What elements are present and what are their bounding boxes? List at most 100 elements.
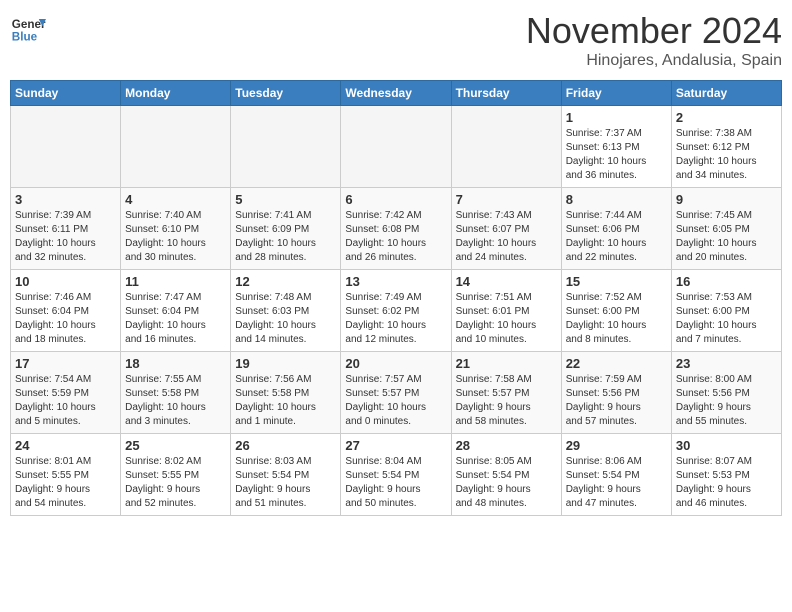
day-info: Sunrise: 7:54 AM Sunset: 5:59 PM Dayligh… [15,373,116,429]
day-info: Sunrise: 8:02 AM Sunset: 5:55 PM Dayligh… [125,455,226,511]
day-number: 17 [15,356,116,371]
day-cell: 14 Sunrise: 7:51 AM Sunset: 6:01 PM Dayli… [451,270,561,352]
logo: General Blue [10,10,46,46]
day-info: Sunrise: 8:06 AM Sunset: 5:54 PM Dayligh… [566,455,667,511]
day-info: Sunrise: 8:01 AM Sunset: 5:55 PM Dayligh… [15,455,116,511]
title-area: November 2024 Hinojares, Andalusia, Spai… [526,10,782,70]
header: General Blue November 2024 Hinojares, An… [10,10,782,70]
day-info: Sunrise: 7:48 AM Sunset: 6:03 PM Dayligh… [235,291,336,347]
day-info: Sunrise: 8:05 AM Sunset: 5:54 PM Dayligh… [456,455,557,511]
day-cell: 29 Sunrise: 8:06 AM Sunset: 5:54 PM Dayli… [561,434,671,516]
day-cell: 20 Sunrise: 7:57 AM Sunset: 5:57 PM Dayli… [341,352,451,434]
day-cell: 9 Sunrise: 7:45 AM Sunset: 6:05 PM Daylig… [671,188,781,270]
day-cell: 28 Sunrise: 8:05 AM Sunset: 5:54 PM Dayli… [451,434,561,516]
week-row-5: 24 Sunrise: 8:01 AM Sunset: 5:55 PM Dayli… [11,434,782,516]
day-number: 1 [566,110,667,125]
day-cell: 2 Sunrise: 7:38 AM Sunset: 6:12 PM Daylig… [671,106,781,188]
day-number: 9 [676,192,777,207]
day-number: 30 [676,438,777,453]
day-info: Sunrise: 8:07 AM Sunset: 5:53 PM Dayligh… [676,455,777,511]
day-cell: 16Sunrise: 7:53 AM Sunset: 6:00 PM Dayli… [671,270,781,352]
calendar-table: SundayMondayTuesdayWednesdayThursdayFrid… [10,80,782,516]
day-number: 6 [345,192,446,207]
day-cell: 18 Sunrise: 7:55 AM Sunset: 5:58 PM Dayli… [121,352,231,434]
day-number: 11 [125,274,226,289]
day-info: Sunrise: 7:47 AM Sunset: 6:04 PM Dayligh… [125,291,226,347]
day-info: Sunrise: 7:44 AM Sunset: 6:06 PM Dayligh… [566,209,667,265]
day-info: Sunrise: 7:53 AM Sunset: 6:00 PM Dayligh… [676,291,777,347]
day-info: Sunrise: 7:51 AM Sunset: 6:01 PM Dayligh… [456,291,557,347]
day-cell: 11 Sunrise: 7:47 AM Sunset: 6:04 PM Dayli… [121,270,231,352]
week-row-3: 10Sunrise: 7:46 AM Sunset: 6:04 PM Dayli… [11,270,782,352]
day-cell: 17 Sunrise: 7:54 AM Sunset: 5:59 PM Dayli… [11,352,121,434]
week-row-2: 3 Sunrise: 7:39 AM Sunset: 6:11 PM Daylig… [11,188,782,270]
day-cell: 21Sunrise: 7:58 AM Sunset: 5:57 PM Dayli… [451,352,561,434]
day-cell: 24 Sunrise: 8:01 AM Sunset: 5:55 PM Dayli… [11,434,121,516]
day-cell: 4 Sunrise: 7:40 AM Sunset: 6:10 PM Daylig… [121,188,231,270]
day-info: Sunrise: 7:37 AM Sunset: 6:13 PM Dayligh… [566,127,667,183]
day-number: 7 [456,192,557,207]
day-info: Sunrise: 8:03 AM Sunset: 5:54 PM Dayligh… [235,455,336,511]
svg-text:Blue: Blue [12,31,38,44]
day-cell: 5 Sunrise: 7:41 AM Sunset: 6:09 PM Daylig… [231,188,341,270]
day-number: 14 [456,274,557,289]
day-cell: 15 Sunrise: 7:52 AM Sunset: 6:00 PM Dayli… [561,270,671,352]
day-info: Sunrise: 7:39 AM Sunset: 6:11 PM Dayligh… [15,209,116,265]
weekday-header-monday: Monday [121,81,231,106]
day-cell: 7 Sunrise: 7:43 AM Sunset: 6:07 PM Daylig… [451,188,561,270]
day-info: Sunrise: 7:49 AM Sunset: 6:02 PM Dayligh… [345,291,446,347]
day-number: 13 [345,274,446,289]
day-number: 28 [456,438,557,453]
day-info: Sunrise: 7:59 AM Sunset: 5:56 PM Dayligh… [566,373,667,429]
day-info: Sunrise: 7:38 AM Sunset: 6:12 PM Dayligh… [676,127,777,183]
day-number: 19 [235,356,336,371]
day-number: 5 [235,192,336,207]
weekday-header-saturday: Saturday [671,81,781,106]
day-cell [121,106,231,188]
logo-icon: General Blue [10,10,46,46]
day-number: 22 [566,356,667,371]
day-number: 12 [235,274,336,289]
day-info: Sunrise: 7:58 AM Sunset: 5:57 PM Dayligh… [456,373,557,429]
day-number: 27 [345,438,446,453]
day-cell: 1 Sunrise: 7:37 AM Sunset: 6:13 PM Daylig… [561,106,671,188]
week-row-4: 17 Sunrise: 7:54 AM Sunset: 5:59 PM Dayli… [11,352,782,434]
day-number: 4 [125,192,226,207]
day-info: Sunrise: 8:00 AM Sunset: 5:56 PM Dayligh… [676,373,777,429]
day-number: 20 [345,356,446,371]
day-cell: 27 Sunrise: 8:04 AM Sunset: 5:54 PM Dayli… [341,434,451,516]
day-info: Sunrise: 7:52 AM Sunset: 6:00 PM Dayligh… [566,291,667,347]
weekday-header-sunday: Sunday [11,81,121,106]
week-row-1: 1 Sunrise: 7:37 AM Sunset: 6:13 PM Daylig… [11,106,782,188]
day-info: Sunrise: 7:45 AM Sunset: 6:05 PM Dayligh… [676,209,777,265]
day-info: Sunrise: 7:55 AM Sunset: 5:58 PM Dayligh… [125,373,226,429]
day-number: 2 [676,110,777,125]
day-info: Sunrise: 7:41 AM Sunset: 6:09 PM Dayligh… [235,209,336,265]
day-cell [11,106,121,188]
day-info: Sunrise: 7:42 AM Sunset: 6:08 PM Dayligh… [345,209,446,265]
day-number: 24 [15,438,116,453]
day-cell [451,106,561,188]
weekday-header-row: SundayMondayTuesdayWednesdayThursdayFrid… [11,81,782,106]
month-title: November 2024 [526,10,782,52]
day-number: 18 [125,356,226,371]
day-cell: 6 Sunrise: 7:42 AM Sunset: 6:08 PM Daylig… [341,188,451,270]
day-info: Sunrise: 7:57 AM Sunset: 5:57 PM Dayligh… [345,373,446,429]
day-number: 26 [235,438,336,453]
day-number: 15 [566,274,667,289]
day-cell [341,106,451,188]
day-info: Sunrise: 7:40 AM Sunset: 6:10 PM Dayligh… [125,209,226,265]
weekday-header-tuesday: Tuesday [231,81,341,106]
day-cell: 12 Sunrise: 7:48 AM Sunset: 6:03 PM Dayli… [231,270,341,352]
weekday-header-wednesday: Wednesday [341,81,451,106]
day-info: Sunrise: 7:56 AM Sunset: 5:58 PM Dayligh… [235,373,336,429]
weekday-header-friday: Friday [561,81,671,106]
day-number: 3 [15,192,116,207]
day-number: 29 [566,438,667,453]
day-cell: 10Sunrise: 7:46 AM Sunset: 6:04 PM Dayli… [11,270,121,352]
day-number: 25 [125,438,226,453]
day-info: Sunrise: 7:43 AM Sunset: 6:07 PM Dayligh… [456,209,557,265]
day-info: Sunrise: 8:04 AM Sunset: 5:54 PM Dayligh… [345,455,446,511]
day-number: 10 [15,274,116,289]
day-cell: 13 Sunrise: 7:49 AM Sunset: 6:02 PM Dayli… [341,270,451,352]
